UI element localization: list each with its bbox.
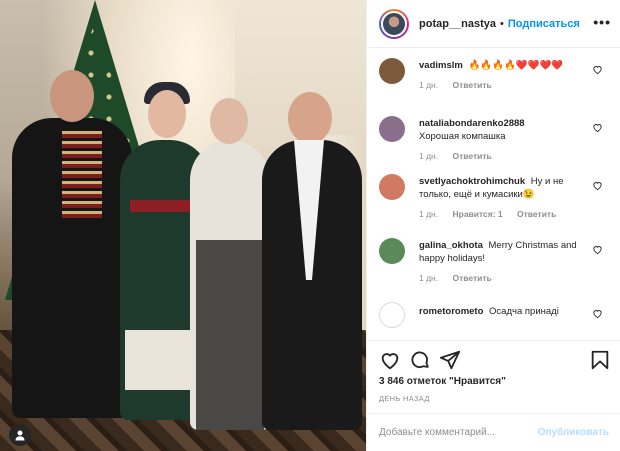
author-username[interactable]: potap__nastya <box>419 18 496 30</box>
like-comment-heart-icon[interactable] <box>592 308 603 319</box>
likes-count[interactable]: 3 846 отметок "Нравится" <box>379 376 506 387</box>
comment-item: vadimslm 🔥🔥🔥🔥❤️❤️❤️❤️ 1 дн. Ответить <box>367 56 620 114</box>
publish-button[interactable]: Опубликовать <box>538 427 609 438</box>
post-side-panel: potap__nastya • Подписаться ••• vadimslm… <box>366 0 620 451</box>
more-horizontal-icon[interactable]: ••• <box>593 14 611 30</box>
comment-likes-count[interactable]: Нравится: 1 <box>452 209 502 219</box>
comment-time: 1 дн. <box>419 273 439 283</box>
comment-time: 1 дн. <box>419 151 439 161</box>
comment-meta: 1 дн. Ответить <box>419 151 587 161</box>
commenter-avatar[interactable] <box>379 58 405 84</box>
commenter-username[interactable]: rometorometo <box>419 306 483 317</box>
reply-button[interactable]: Ответить <box>452 273 491 283</box>
comment-item: rometorometo Осадча принаді <box>367 300 620 340</box>
commenter-avatar[interactable] <box>379 238 405 264</box>
commenter-avatar[interactable] <box>379 116 405 142</box>
comment-item: galina_okhota Merry Christmas and happy … <box>367 236 620 300</box>
reply-button[interactable]: Ответить <box>517 209 556 219</box>
save-bookmark-icon[interactable] <box>589 349 611 371</box>
comment-meta: 1 дн. Нравится: 1 Ответить <box>419 209 587 219</box>
comment-meta: 1 дн. Ответить <box>419 80 587 90</box>
commenter-username[interactable]: vadimslm <box>419 60 463 71</box>
follow-button[interactable]: Подписаться <box>508 18 580 30</box>
share-paper-plane-icon[interactable] <box>439 349 461 371</box>
person-3 <box>190 94 270 430</box>
like-comment-heart-icon[interactable] <box>592 244 603 255</box>
comment-item: svetlyachoktrohimchuk Ну и не только, ещ… <box>367 172 620 236</box>
author-avatar[interactable] <box>379 8 409 39</box>
comments-list[interactable]: vadimslm 🔥🔥🔥🔥❤️❤️❤️❤️ 1 дн. Ответить nat… <box>367 56 620 340</box>
comment-item: nataliabondarenko2888 Хорошая компашка 1… <box>367 114 620 172</box>
reply-button[interactable]: Ответить <box>452 151 491 161</box>
comment-input[interactable] <box>379 427 538 438</box>
header-separator: • <box>500 17 504 30</box>
like-comment-heart-icon[interactable] <box>592 180 603 191</box>
comment-text: 🔥🔥🔥🔥❤️❤️❤️❤️ <box>468 60 564 71</box>
post-actions-bar <box>367 340 620 378</box>
user-tag-icon[interactable] <box>9 424 31 446</box>
like-heart-icon[interactable] <box>379 349 401 371</box>
comment-time: 1 дн. <box>419 209 439 219</box>
post-header: potap__nastya • Подписаться ••• <box>367 0 620 48</box>
commenter-avatar[interactable] <box>379 302 405 328</box>
person-1 <box>12 70 132 418</box>
add-comment-bar: Опубликовать <box>367 413 620 451</box>
comment-text: Осадча принаді <box>489 306 559 317</box>
commenter-username[interactable]: svetlyachoktrohimchuk <box>419 176 525 187</box>
commenter-username[interactable]: galina_okhota <box>419 240 483 251</box>
reply-button[interactable]: Ответить <box>452 80 491 90</box>
post-photo[interactable] <box>0 0 366 451</box>
comment-meta: 1 дн. Ответить <box>419 273 587 283</box>
person-4 <box>262 92 362 430</box>
comment-time: 1 дн. <box>419 80 439 90</box>
post-date[interactable]: ДЕНЬ НАЗАД <box>379 394 430 403</box>
like-comment-heart-icon[interactable] <box>592 122 603 133</box>
comment-bubble-icon[interactable] <box>409 349 431 371</box>
like-comment-heart-icon[interactable] <box>592 64 603 75</box>
commenter-avatar[interactable] <box>379 174 405 200</box>
commenter-username[interactable]: nataliabondarenko2888 <box>419 118 525 129</box>
comment-text: Хорошая компашка <box>419 131 506 142</box>
